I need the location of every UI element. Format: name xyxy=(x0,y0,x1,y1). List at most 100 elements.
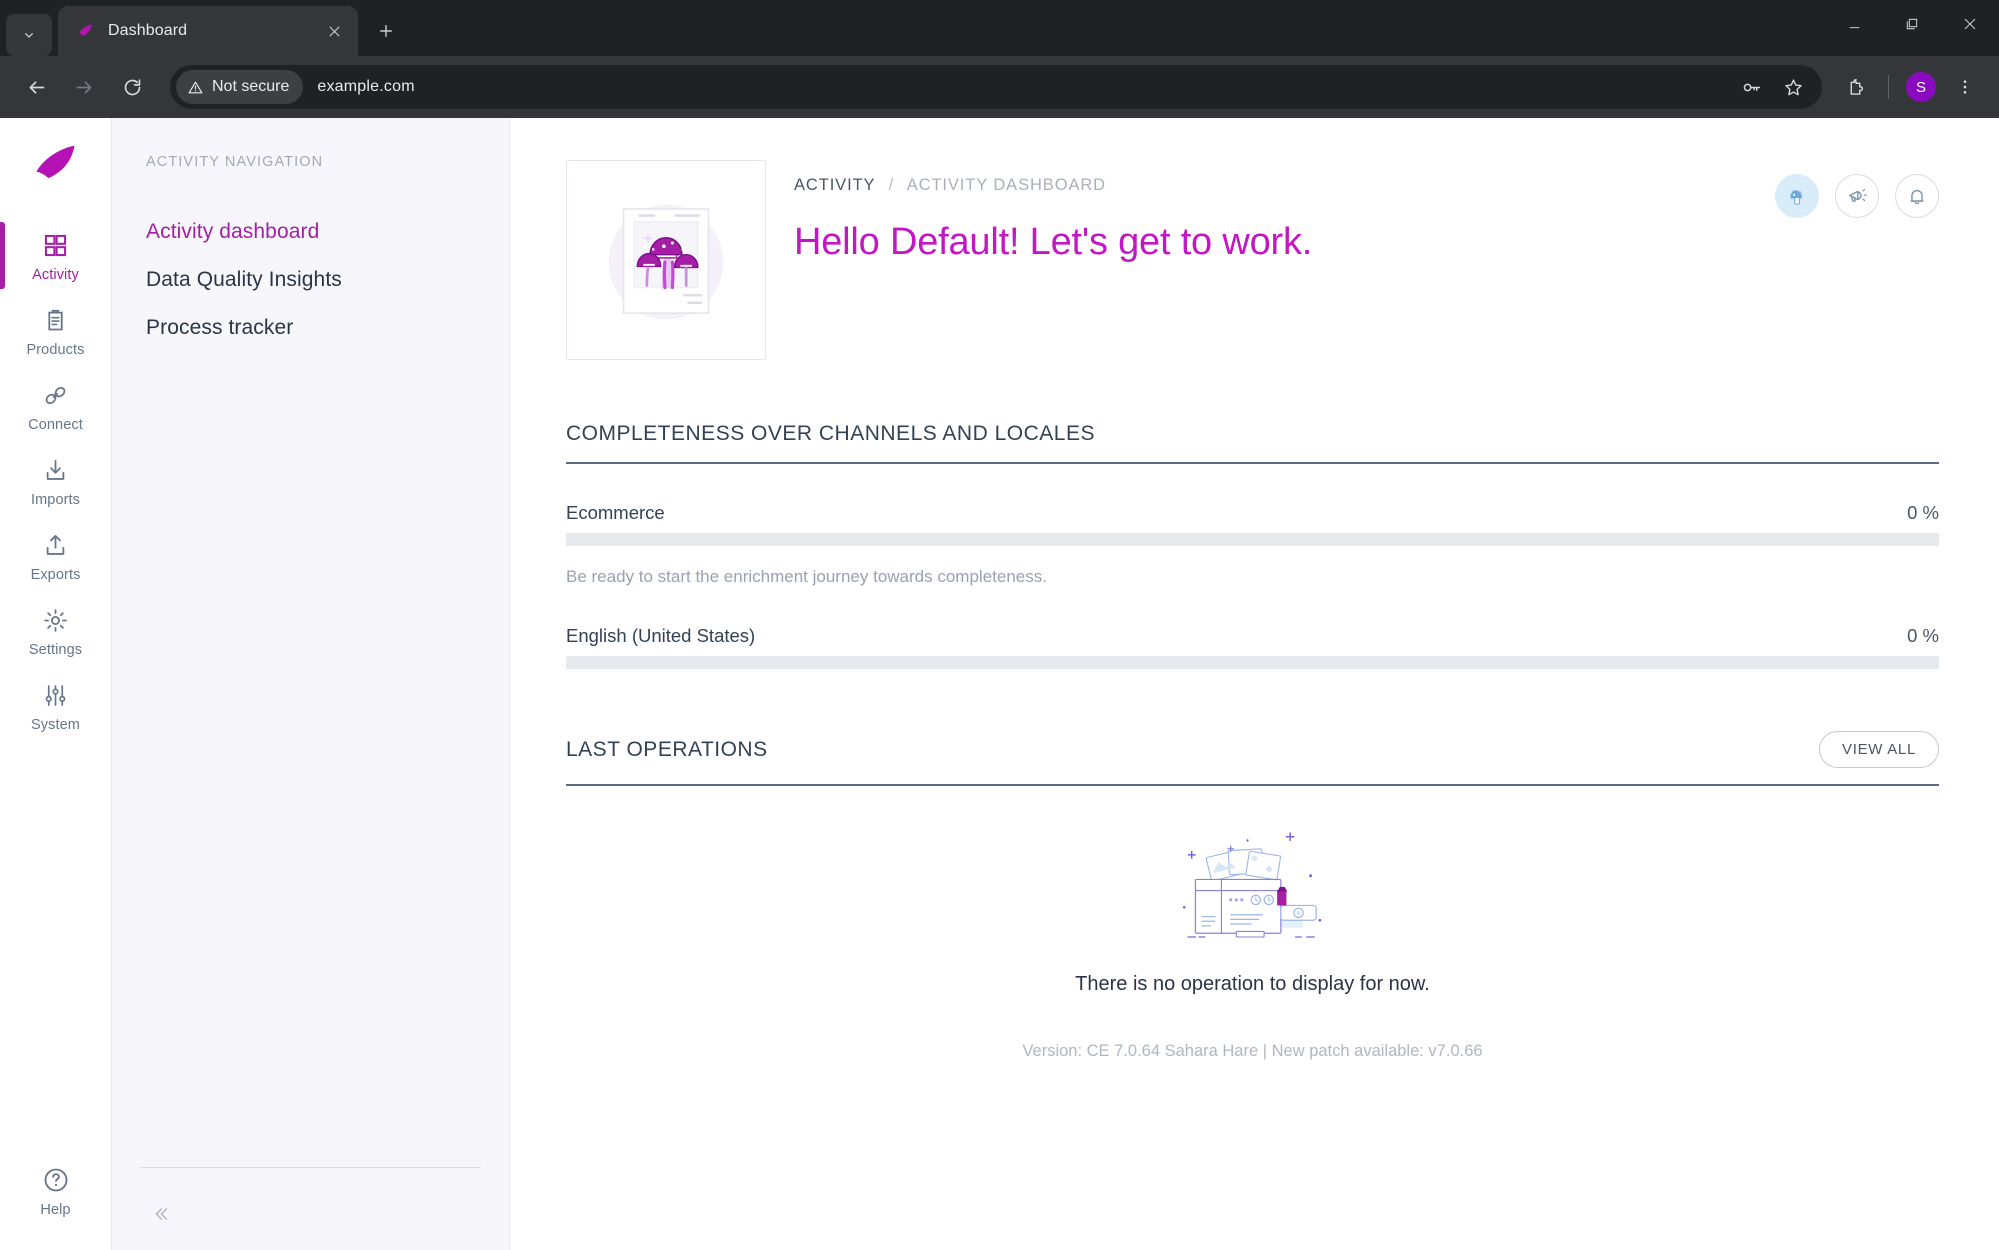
version-text: Version: CE 7.0.64 Sahara Hare | New pat… xyxy=(1022,1042,1483,1060)
notifications-button[interactable] xyxy=(1895,174,1939,218)
sidebar-item-products[interactable]: Products xyxy=(0,293,112,368)
tab-search-button[interactable] xyxy=(6,14,52,56)
tab-title: Dashboard xyxy=(108,22,188,39)
reload-icon xyxy=(124,78,140,95)
minimize-icon xyxy=(1849,26,1859,28)
section-header: COMPLETENESS OVER CHANNELS AND LOCALES xyxy=(566,422,1939,464)
new-tab-button[interactable] xyxy=(366,11,406,51)
key-icon xyxy=(1743,83,1760,91)
assistant-mascot-icon xyxy=(1790,189,1803,205)
sidebar-item-label: Connect xyxy=(28,417,83,433)
connector-link-icon xyxy=(41,380,71,410)
clipboard-list-icon xyxy=(41,305,71,335)
progress-bar xyxy=(566,533,1939,546)
completeness-row: English (United States) 0 % xyxy=(566,625,1939,669)
breadcrumb-separator: / xyxy=(888,176,895,194)
channel-percent: 0 % xyxy=(1907,502,1939,523)
sidebar-item-label: Products xyxy=(26,342,85,358)
divider xyxy=(140,1167,481,1168)
megaphone-icon xyxy=(1848,188,1867,202)
sidebar-item-imports[interactable]: Imports xyxy=(0,443,112,518)
window-controls xyxy=(1825,0,1999,48)
window-close-button[interactable] xyxy=(1941,0,1999,48)
completeness-row: Ecommerce 0 % Be ready to start the enri… xyxy=(566,502,1939,587)
hero-section: ACTIVITY / ACTIVITY DASHBOARD Hello Defa… xyxy=(566,160,1939,360)
reload-button[interactable] xyxy=(110,65,154,109)
avatar: S xyxy=(1906,72,1936,102)
sidebar-item-label: Exports xyxy=(30,567,81,583)
browser-tab[interactable]: Dashboard xyxy=(58,6,358,56)
sidebar-item-label: Help xyxy=(40,1202,71,1218)
back-button[interactable] xyxy=(14,65,58,109)
browser-window: Dashboard Not secure example.com S Activ… xyxy=(0,0,1999,1250)
toolbar-actions: S xyxy=(1836,67,1985,107)
sidebar-item-activity[interactable]: Activity xyxy=(0,218,112,293)
browser-menu-button[interactable] xyxy=(1945,67,1985,107)
breadcrumb: ACTIVITY / ACTIVITY DASHBOARD xyxy=(794,176,1747,195)
extensions-button[interactable] xyxy=(1836,67,1876,107)
puzzle-piece-icon xyxy=(1850,78,1863,95)
download-tray-icon xyxy=(41,455,71,485)
breadcrumb-parent[interactable]: ACTIVITY xyxy=(794,176,875,194)
sidebar-item-label: System xyxy=(31,717,80,733)
secondary-nav-footer xyxy=(112,1167,509,1250)
assistant-button[interactable] xyxy=(1775,174,1819,218)
locale-name: English (United States) xyxy=(566,625,756,646)
sidebar-item-settings[interactable]: Settings xyxy=(0,593,112,668)
progress-bar xyxy=(566,656,1939,669)
sidebar-item-help[interactable]: Help xyxy=(0,1153,112,1228)
section-title: COMPLETENESS OVER CHANNELS AND LOCALES xyxy=(566,422,1095,445)
three-dots-vertical-icon xyxy=(1963,80,1967,94)
view-all-button[interactable]: VIEW ALL xyxy=(1819,731,1939,768)
warning-triangle-icon xyxy=(188,81,203,93)
sidebar-item-label: Settings xyxy=(28,642,83,658)
maximize-button[interactable] xyxy=(1883,0,1941,48)
plus-icon xyxy=(380,25,392,37)
url-text[interactable]: example.com xyxy=(317,78,414,96)
window-close-icon xyxy=(1964,18,1976,30)
profile-button[interactable]: S xyxy=(1901,67,1941,107)
subnav-item-data-quality-insights[interactable]: Data Quality Insights xyxy=(112,256,509,304)
subnav-item-process-tracker[interactable]: Process tracker xyxy=(112,304,509,352)
locale-percent: 0 % xyxy=(1907,625,1939,646)
primary-nav-rail: Activity Products Connect Imports Export… xyxy=(0,118,112,1250)
password-manager-button[interactable] xyxy=(1732,68,1770,106)
sidebar-item-label: Activity xyxy=(32,267,79,283)
minimize-button[interactable] xyxy=(1825,0,1883,48)
section-header: LAST OPERATIONS VIEW ALL xyxy=(566,731,1939,786)
empty-state-message: There is no operation to display for now… xyxy=(1075,973,1430,995)
hero-text: ACTIVITY / ACTIVITY DASHBOARD Hello Defa… xyxy=(794,160,1747,264)
address-bar[interactable]: Not secure example.com xyxy=(170,65,1822,109)
sidebar-item-system[interactable]: System xyxy=(0,668,112,743)
channel-name: Ecommerce xyxy=(566,502,665,523)
arrow-right-icon xyxy=(76,80,91,94)
secondary-nav: ACTIVITY NAVIGATION Activity dashboard D… xyxy=(112,118,510,1250)
empty-state: There is no operation to display for now… xyxy=(566,820,1939,996)
restore-icon xyxy=(1906,18,1918,30)
collapse-sidebar-button[interactable] xyxy=(140,1194,180,1234)
upload-tray-icon xyxy=(41,530,71,560)
completeness-hint: Be ready to start the enrichment journey… xyxy=(566,567,1047,586)
sidebar-item-label: Imports xyxy=(30,492,81,508)
sidebar-item-connect[interactable]: Connect xyxy=(0,368,112,443)
sidebar-item-exports[interactable]: Exports xyxy=(0,518,112,593)
close-icon[interactable] xyxy=(322,19,346,43)
bell-icon xyxy=(1910,189,1924,205)
breadcrumb-current: ACTIVITY DASHBOARD xyxy=(906,176,1106,194)
page-title: Hello Default! Let's get to work. xyxy=(794,221,1313,263)
security-status-chip[interactable]: Not secure xyxy=(176,70,304,104)
bookmark-button[interactable] xyxy=(1774,68,1812,106)
chevron-down-icon xyxy=(24,33,33,38)
akeneo-logo-icon xyxy=(76,21,96,41)
announcements-button[interactable] xyxy=(1835,174,1879,218)
application: Activity Products Connect Imports Export… xyxy=(0,118,1999,1250)
forward-button[interactable] xyxy=(62,65,106,109)
tab-strip: Dashboard xyxy=(0,0,1999,56)
grid-squares-icon xyxy=(41,230,71,260)
hero-actions xyxy=(1775,160,1939,218)
akeneo-logo-icon[interactable] xyxy=(28,136,84,192)
gear-icon xyxy=(41,605,71,635)
subnav-item-activity-dashboard[interactable]: Activity dashboard xyxy=(112,208,509,256)
double-chevron-left-icon xyxy=(155,1208,168,1220)
mushrooms-illustration xyxy=(566,160,766,360)
